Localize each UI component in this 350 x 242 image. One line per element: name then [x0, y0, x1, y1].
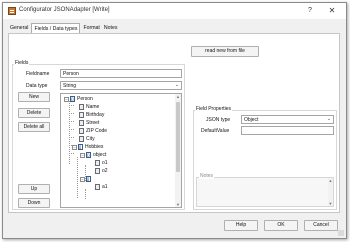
- tree-node-label: object: [93, 152, 107, 158]
- notes-scrollbar[interactable]: ▲ ▼: [328, 178, 333, 206]
- tree-node-hobbies[interactable]: − Hobbies: [72, 143, 103, 151]
- title-bar[interactable]: Configurator JSONAdapter [Write] ? ✕: [3, 3, 346, 19]
- tree-node-array[interactable]: −: [80, 175, 93, 183]
- fields-data-types-panel: read new from file Fields Fieldname Pers…: [8, 33, 340, 213]
- configurator-window: Configurator JSONAdapter [Write] ? ✕ Gen…: [2, 2, 347, 239]
- tree-node-object[interactable]: − object: [80, 151, 106, 159]
- tab-strip: General Fields / Data types Format Notes: [8, 23, 120, 34]
- json-type-label: JSON type: [206, 117, 231, 123]
- tree-node-label: a1: [102, 184, 108, 190]
- json-type-select[interactable]: Object ⌄: [241, 115, 334, 124]
- app-icon: [8, 7, 16, 15]
- tree-node-label: Person: [77, 96, 93, 102]
- tree-node-label: ZIP Code: [86, 128, 108, 134]
- property-icon: [95, 184, 100, 190]
- tree-node-street[interactable]: Street: [79, 119, 99, 127]
- tree-node-a1[interactable]: a1: [95, 183, 108, 191]
- property-icon: [95, 160, 100, 166]
- cancel-button[interactable]: Cancel: [304, 220, 338, 231]
- default-value-label: DefaultValue: [201, 128, 230, 134]
- tree-node-label: o2: [102, 168, 108, 174]
- fieldname-input[interactable]: Person: [60, 69, 182, 78]
- scrollbar-thumb[interactable]: [176, 102, 180, 172]
- tree-node-person[interactable]: − Person: [64, 95, 93, 103]
- property-icon: [79, 112, 84, 118]
- tree-node-o2[interactable]: o2: [95, 167, 108, 175]
- tree-node-label: Birthday: [86, 112, 105, 118]
- tree-node-label: o1: [102, 160, 108, 166]
- tab-format[interactable]: Format: [81, 23, 101, 33]
- help-icon[interactable]: ?: [304, 5, 316, 17]
- chevron-down-icon: ⌄: [326, 116, 331, 122]
- datatype-select[interactable]: String ⌄: [60, 81, 182, 90]
- collapse-icon[interactable]: −: [64, 96, 69, 102]
- object-icon: [70, 96, 75, 102]
- close-icon[interactable]: ✕: [326, 5, 338, 17]
- tree-node-city[interactable]: City: [79, 135, 95, 143]
- read-new-from-file-button[interactable]: read new from file: [191, 46, 259, 57]
- tree-node-label: City: [86, 136, 95, 142]
- collapse-icon[interactable]: −: [80, 152, 85, 158]
- tree-node-zip-code[interactable]: ZIP Code: [79, 127, 107, 135]
- property-icon: [79, 120, 84, 126]
- resize-grip-icon[interactable]: [338, 230, 344, 236]
- tree-node-birthday[interactable]: Birthday: [79, 111, 104, 119]
- scroll-up-icon[interactable]: ▲: [328, 178, 333, 183]
- tree-node-label: Hobbies: [85, 144, 104, 150]
- field-tree[interactable]: − Person Name Birthday Street ZIP Code: [60, 93, 182, 208]
- chevron-down-icon: ⌄: [174, 82, 179, 88]
- up-button[interactable]: Up: [18, 184, 50, 194]
- collapse-icon[interactable]: −: [72, 144, 77, 150]
- tab-notes[interactable]: Notes: [102, 23, 120, 33]
- json-type-value: Object: [244, 117, 259, 123]
- property-icon: [95, 168, 100, 174]
- ok-button[interactable]: OK: [264, 220, 298, 231]
- tree-node-label: Street: [86, 120, 100, 126]
- window-title: Configurator JSONAdapter [Write]: [19, 7, 110, 13]
- fields-group-label: Fields: [14, 60, 30, 66]
- property-icon: [79, 128, 84, 134]
- scroll-down-icon[interactable]: ▼: [328, 201, 333, 206]
- property-icon: [79, 104, 84, 110]
- scroll-down-icon[interactable]: ▼: [175, 202, 181, 207]
- down-button[interactable]: Down: [18, 198, 50, 208]
- delete-all-button[interactable]: Delete all: [18, 122, 50, 132]
- new-button[interactable]: New: [18, 92, 50, 102]
- tree-node-label: Name: [86, 104, 100, 110]
- array-icon: [78, 144, 83, 150]
- scroll-up-icon[interactable]: ▲: [175, 94, 181, 99]
- property-icon: [79, 136, 84, 142]
- help-button[interactable]: Help: [224, 220, 258, 231]
- default-value-input[interactable]: [241, 126, 334, 135]
- object-icon: [86, 152, 91, 158]
- fieldname-label: Fieldname: [26, 71, 50, 77]
- datatype-label: Data type: [26, 83, 48, 89]
- tree-node-o1[interactable]: o1: [95, 159, 108, 167]
- tab-general[interactable]: General: [8, 23, 30, 33]
- array-icon: [86, 176, 91, 182]
- tree-scrollbar[interactable]: ▲ ▼: [175, 94, 181, 207]
- notes-box[interactable]: [196, 177, 334, 207]
- notes-label: Notes: [199, 173, 215, 179]
- delete-button[interactable]: Delete: [18, 108, 50, 118]
- tree-node-name[interactable]: Name: [79, 103, 99, 111]
- field-properties-label: Field Properties: [195, 106, 233, 112]
- datatype-value: String: [63, 83, 77, 89]
- collapse-icon[interactable]: −: [80, 176, 85, 182]
